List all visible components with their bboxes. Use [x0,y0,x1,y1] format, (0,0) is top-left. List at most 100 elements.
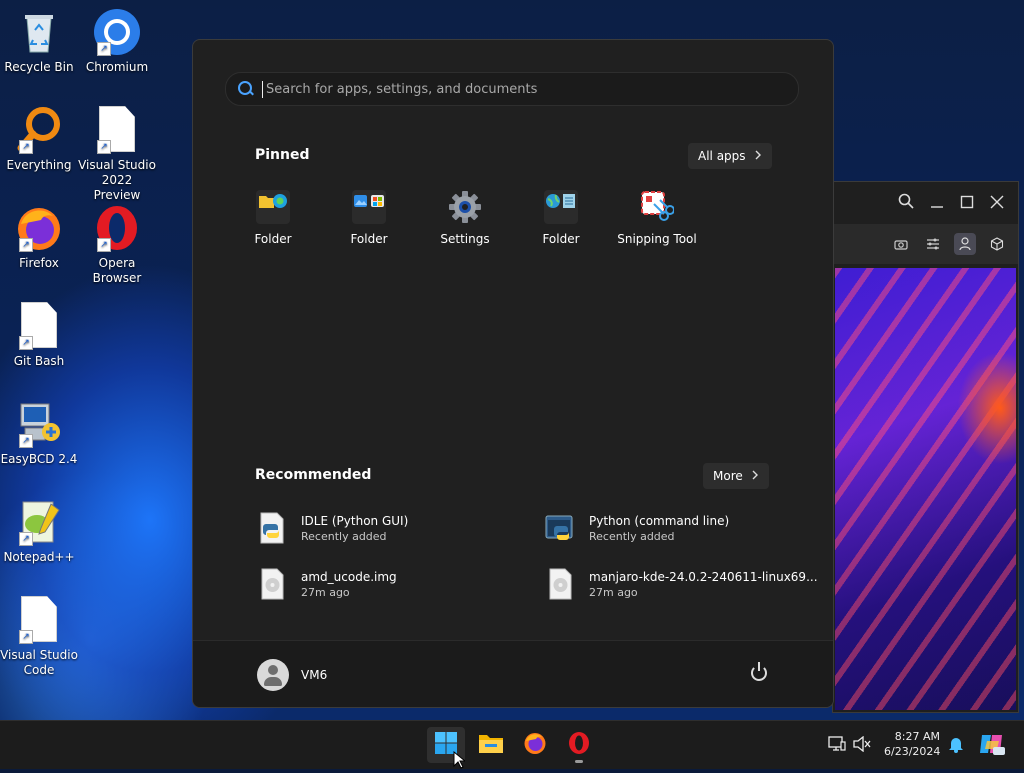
recommended-section-title: Recommended [255,467,372,483]
desktop-icon-notepad-plus-plus[interactable]: ↗ Notepad++ [0,498,78,565]
desktop-icon-visual-studio-code[interactable]: ↗ Visual Studio Code [0,596,78,678]
desktop-icon-label: Recycle Bin [4,60,74,74]
folder-icon [478,732,504,758]
user-avatar[interactable] [257,659,289,691]
search-icon [238,81,254,97]
recycle-bin-icon [15,8,63,56]
all-apps-label: All apps [698,149,746,163]
start-search-input[interactable] [262,80,798,98]
recommended-item[interactable]: Python (command line) Recently added [545,512,815,544]
wallpaper-preview-image [835,268,1016,710]
desktop-icon-everything[interactable]: ↗ Everything [0,106,78,173]
recommended-item[interactable]: amd_ucode.img 27m ago [257,568,527,600]
folder-globe-notepad-icon [544,190,578,224]
recommended-item[interactable]: manjaro-kde-24.0.2-240611-linux69... 27m… [545,568,818,600]
recommended-item[interactable]: IDLE (Python GUI) Recently added [257,512,527,544]
pinned-item-settings[interactable]: Settings [417,190,513,246]
desktop-icon-label: Chromium [85,60,149,74]
recommended-item-title: manjaro-kde-24.0.2-240611-linux69... [589,569,818,584]
browser-toolbar [833,224,1018,264]
easybcd-icon: ↗ [15,400,63,448]
pinned-item-snipping-tool[interactable]: Snipping Tool [609,190,705,246]
desktop-icon-git-bash[interactable]: ↗ Git Bash [0,302,78,369]
pinned-item-label: Folder [350,232,388,246]
clock-time: 8:27 AM [894,730,940,743]
background-browser-window[interactable] [832,181,1019,713]
maximize-icon[interactable] [960,194,974,213]
start-search-box[interactable] [225,72,799,106]
desktop-icon-label: Opera Browser [92,256,142,285]
clock[interactable]: 8:27 AM 6/23/2024 [884,729,940,759]
network-icon[interactable] [828,736,846,755]
desktop-icon-label: Notepad++ [3,550,75,564]
recommended-item-subtitle: 27m ago [589,585,638,599]
python-console-icon [545,512,577,544]
shortcut-arrow-icon: ↗ [19,434,33,448]
recommended-item-title: amd_ucode.img [301,569,397,584]
gear-icon [448,190,482,224]
desktop-icon-opera-browser[interactable]: ↗ Opera Browser [78,204,156,286]
pinned-item-folder[interactable]: Folder [513,190,609,246]
chevron-right-icon [754,149,762,163]
recommended-item-subtitle: Recently added [301,529,387,543]
shortcut-arrow-icon: ↗ [97,238,111,252]
desktop-icon-label: Visual Studio 2022 Preview [78,158,156,202]
python-idle-icon [257,512,289,544]
recommended-item-subtitle: 27m ago [301,585,350,599]
start-menu: Pinned All apps Folder Folder Settings F… [192,39,834,708]
shortcut-arrow-icon: ↗ [97,42,111,56]
pinned-item-label: Snipping Tool [617,232,697,246]
disc-image-file-icon [545,568,577,600]
minimize-icon[interactable] [930,194,944,213]
firefox-taskbar-button[interactable] [516,727,554,763]
desktop-icon-firefox[interactable]: ↗ Firefox [0,204,78,271]
desktop-icon-chromium[interactable]: ↗ Chromium [78,8,156,75]
desktop-icon-label: Everything [6,158,72,172]
snipping-tool-icon [640,190,675,224]
pinned-item-label: Folder [254,232,292,246]
more-button[interactable]: More [703,463,769,489]
camera-icon[interactable] [890,233,912,255]
copilot-icon[interactable] [978,731,1006,760]
search-icon[interactable] [898,193,914,213]
disc-image-file-icon [257,568,289,600]
firefox-icon [523,731,547,759]
firefox-icon: ↗ [15,204,63,252]
recommended-item-title: Python (command line) [589,513,730,528]
desktop-icon-easybcd[interactable]: ↗ EasyBCD 2.4 [0,400,78,467]
recommended-item-subtitle: Recently added [589,529,675,543]
window-titlebar [833,182,1018,224]
notepad-plus-plus-icon: ↗ [15,498,63,546]
more-label: More [713,469,743,483]
pinned-item-folder[interactable]: Folder [225,190,321,246]
power-icon[interactable] [751,662,767,681]
document-icon: ↗ [93,106,141,154]
file-explorer-button[interactable] [472,727,510,763]
notification-bell-icon[interactable] [948,735,964,756]
running-indicator [575,760,583,763]
document-icon: ↗ [15,302,63,350]
desktop-icon-recycle-bin[interactable]: Recycle Bin [0,8,78,75]
settings-sliders-icon[interactable] [922,233,944,255]
desktop-icon-label: EasyBCD 2.4 [0,452,78,466]
extensions-cube-icon[interactable] [986,233,1008,255]
opera-icon [567,731,591,759]
taskbar: 8:27 AM 6/23/2024 [0,720,1024,769]
everything-icon: ↗ [15,106,63,154]
desktop-icon-visual-studio-2022-preview[interactable]: ↗ Visual Studio 2022 Preview [78,106,156,203]
pinned-item-folder[interactable]: Folder [321,190,417,246]
opera-taskbar-button[interactable] [560,727,598,763]
close-icon[interactable] [990,194,1004,213]
chromium-icon: ↗ [93,8,141,56]
mouse-cursor-icon [453,750,467,773]
pinned-item-label: Settings [440,232,490,246]
all-apps-button[interactable]: All apps [688,143,772,169]
volume-muted-icon[interactable] [853,735,871,755]
clock-date: 6/23/2024 [884,745,941,758]
shortcut-arrow-icon: ↗ [97,140,111,154]
profile-icon[interactable] [954,233,976,255]
folder-edge-icon [256,190,290,224]
pinned-item-label: Folder [542,232,580,246]
user-name[interactable]: VM6 [301,668,327,682]
desktop-icon-label: Git Bash [13,354,65,368]
